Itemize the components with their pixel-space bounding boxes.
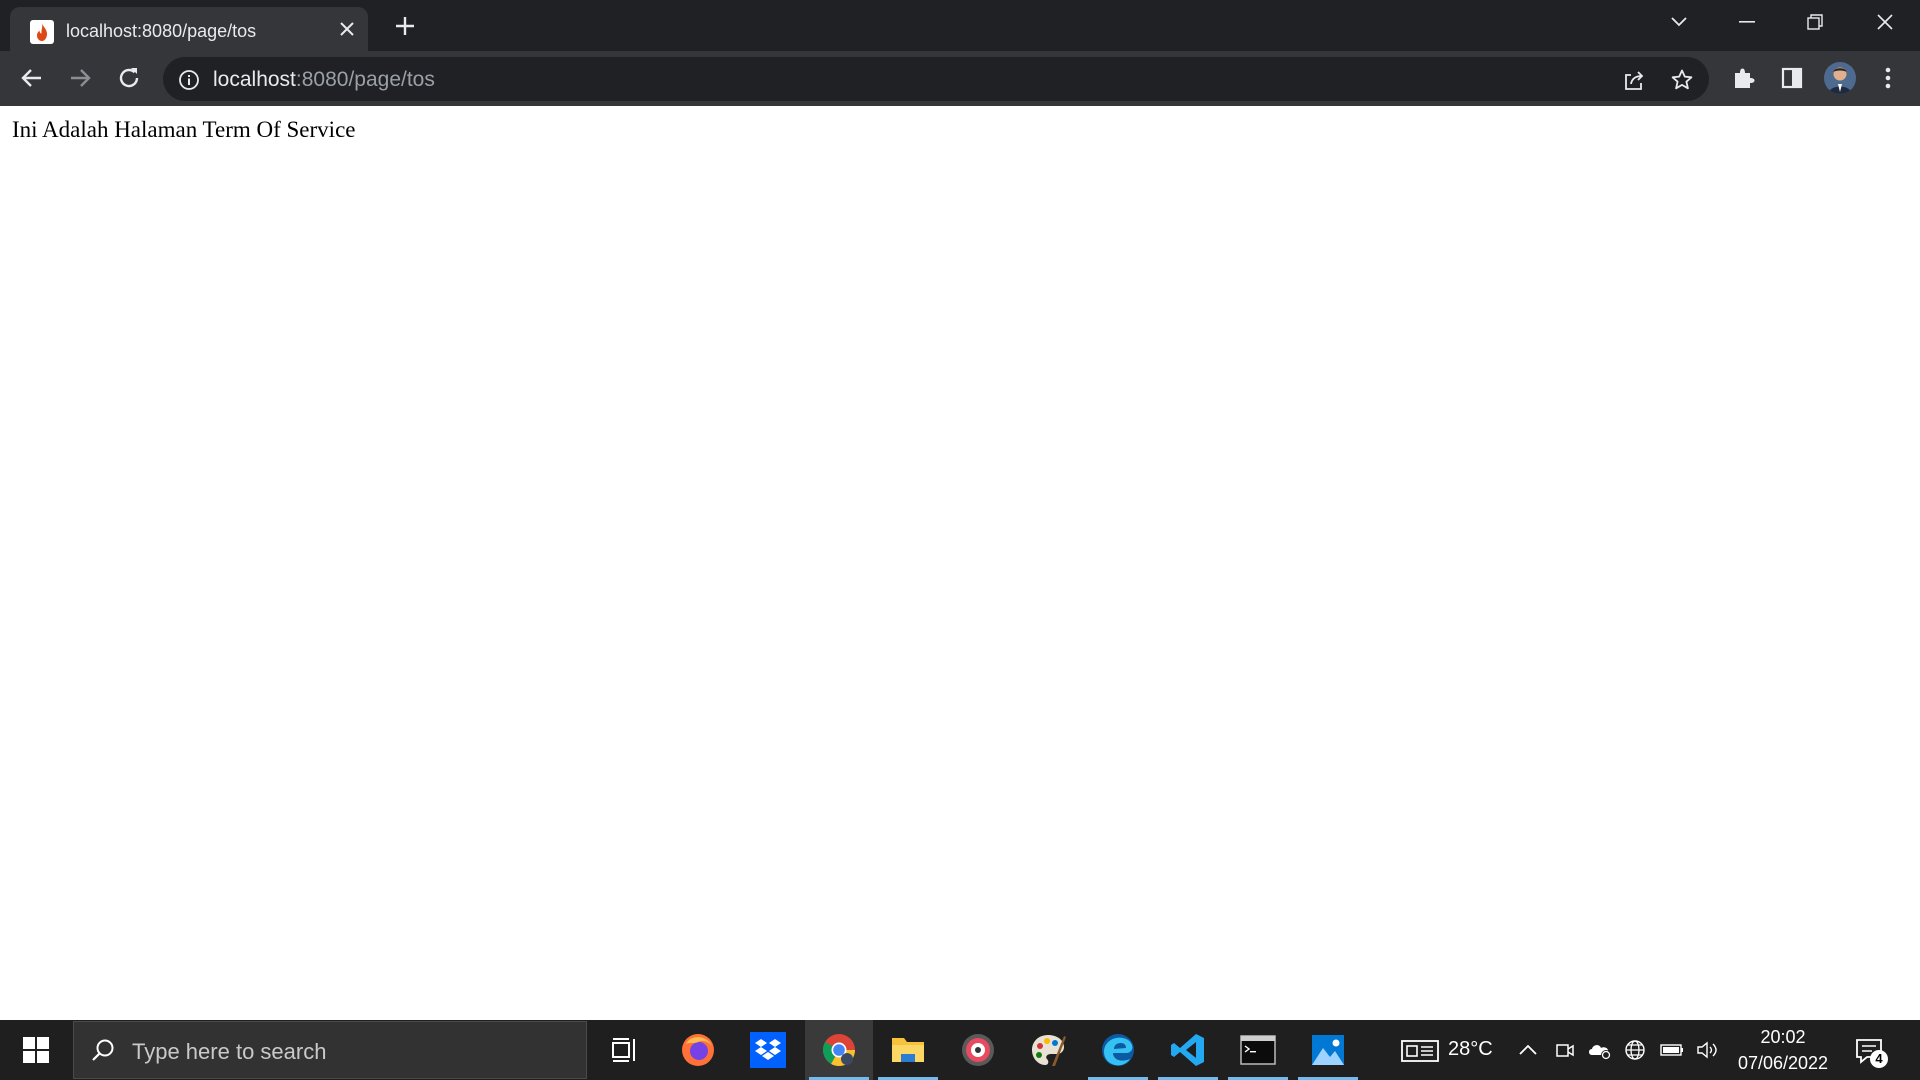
reload-icon[interactable]: [116, 65, 142, 91]
new-tab-plus-icon[interactable]: [393, 14, 417, 38]
terminal-icon[interactable]: [1224, 1020, 1292, 1080]
clock-time: 20:02: [1760, 1027, 1806, 1047]
profile-avatar[interactable]: [1824, 62, 1856, 94]
url-host: localhost: [213, 68, 296, 91]
edge-icon[interactable]: [1084, 1020, 1152, 1080]
restore-window-icon[interactable]: [1781, 0, 1849, 44]
weather-temperature[interactable]: 28°C: [1448, 1038, 1493, 1061]
firefox-icon[interactable]: [664, 1020, 732, 1080]
onedrive-cloud-icon[interactable]: [1587, 1039, 1613, 1061]
codeigniter-flame-icon: [30, 20, 54, 44]
clock-date: 07/06/2022: [1737, 1053, 1829, 1073]
system-clock[interactable]: 20:02 07/06/2022: [1734, 1024, 1832, 1076]
browser-tab-active[interactable]: localhost:8080/page/tos: [10, 7, 368, 51]
back-arrow-icon[interactable]: [19, 65, 45, 91]
taskbar-search-box[interactable]: Type here to search: [73, 1021, 587, 1079]
menu-kebab-icon[interactable]: [1875, 65, 1901, 91]
address-bar[interactable]: localhost:8080/page/tos: [163, 57, 1709, 101]
volume-speaker-icon[interactable]: [1696, 1039, 1720, 1061]
side-panel-icon[interactable]: [1779, 65, 1805, 91]
bookmark-star-icon[interactable]: [1670, 68, 1694, 92]
browser-toolbar: localhost:8080/page/tos: [0, 51, 1920, 106]
browser-tab-strip: localhost:8080/page/tos: [0, 0, 1920, 51]
windows-start-icon[interactable]: [0, 1020, 72, 1080]
task-view-icon[interactable]: [590, 1020, 658, 1080]
battery-icon[interactable]: [1660, 1039, 1684, 1061]
show-hidden-icons-chevron-icon[interactable]: [1517, 1039, 1539, 1061]
network-globe-icon[interactable]: [1624, 1039, 1646, 1061]
extensions-puzzle-icon[interactable]: [1731, 65, 1757, 91]
photos-icon[interactable]: [1294, 1020, 1362, 1080]
file-explorer-icon[interactable]: [874, 1020, 942, 1080]
tab-close-icon[interactable]: [338, 20, 356, 38]
meet-now-icon[interactable]: [1554, 1039, 1576, 1061]
url-path: :8080/page/tos: [295, 68, 435, 91]
chrome-icon[interactable]: [805, 1020, 873, 1080]
weather-widget-icon[interactable]: [1401, 1039, 1439, 1062]
minimize-icon[interactable]: [1713, 0, 1781, 44]
site-info-icon[interactable]: [178, 69, 200, 91]
media-player-icon[interactable]: [944, 1020, 1012, 1080]
windows-taskbar: Type here to search 28°C 20:02 07/06/202…: [0, 1020, 1920, 1080]
share-icon[interactable]: [1622, 68, 1646, 92]
notification-count-badge: 4: [1870, 1050, 1888, 1068]
paint-palette-icon[interactable]: [1014, 1020, 1082, 1080]
tab-search-chevron-icon[interactable]: [1645, 0, 1713, 44]
url-text[interactable]: localhost:8080/page/tos: [213, 68, 435, 92]
search-placeholder: Type here to search: [132, 1039, 327, 1064]
tab-title: localhost:8080/page/tos: [66, 21, 257, 41]
dropbox-icon[interactable]: [734, 1020, 802, 1080]
close-window-icon[interactable]: [1851, 0, 1919, 44]
forward-arrow-icon[interactable]: [67, 65, 93, 91]
page-body-text: Ini Adalah Halaman Term Of Service: [12, 117, 356, 142]
vscode-icon[interactable]: [1154, 1020, 1222, 1080]
search-icon: [90, 1038, 116, 1064]
